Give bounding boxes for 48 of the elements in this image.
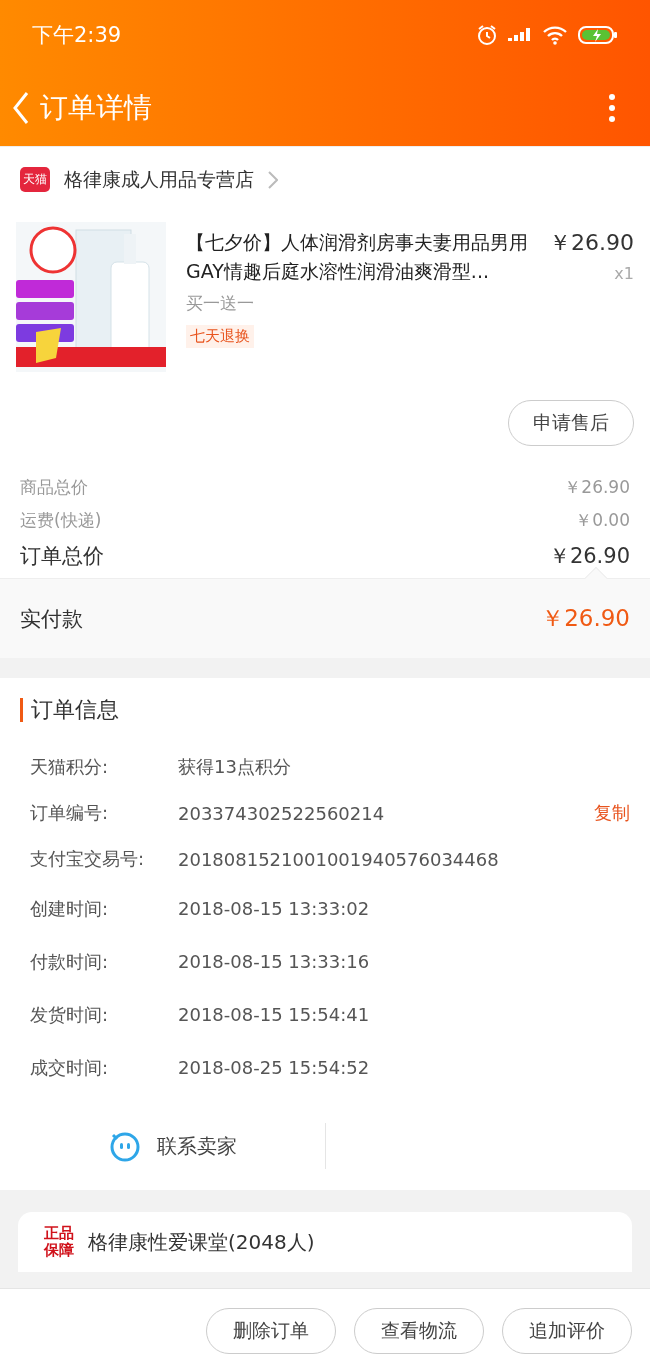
signal-icon [508, 26, 532, 44]
store-badge: 天猫 [20, 167, 50, 192]
info-value: 获得13点积分 [178, 755, 292, 779]
store-name[interactable]: 格律康成人用品专营店 [64, 166, 254, 193]
chevron-right-icon [268, 170, 278, 189]
more-icon [608, 93, 616, 123]
order-action-button[interactable]: 删除订单 [206, 1307, 336, 1354]
wifi-icon [542, 25, 568, 45]
info-label: 成交时间: [30, 1055, 110, 1080]
info-value: 2018-08-15 13:33:02 [178, 898, 371, 919]
price-value: ￥0.00 [575, 509, 630, 532]
alarm-icon [476, 24, 498, 46]
paid-label: 实付款 [20, 605, 83, 633]
product-variant: 买一送一 [186, 292, 254, 315]
info-value: 2018-08-25 15:54:52 [178, 1057, 371, 1078]
paid-amount: ￥26.90 [541, 604, 630, 633]
info-label: 天猫积分: [30, 755, 110, 779]
battery-icon [578, 25, 618, 45]
info-label: 订单编号: [30, 801, 110, 825]
price-label: 商品总价 [20, 476, 88, 499]
info-value: 2018-08-15 13:33:16 [178, 951, 371, 972]
authentic-label: 正品保障 [44, 1225, 75, 1259]
return-policy-tag: 七天退换 [186, 325, 254, 348]
chat-face-icon [108, 1130, 141, 1162]
order-action-button[interactable]: 查看物流 [354, 1307, 484, 1354]
info-value: 203374302522560214 [178, 802, 386, 824]
info-label: 发货时间: [30, 1002, 110, 1027]
contact-seller-button[interactable]: 联系卖家 [20, 1130, 325, 1162]
price-label: 运费(快递) [20, 509, 102, 532]
info-label: 付款时间: [30, 949, 110, 974]
section-title: 订单信息 [20, 698, 630, 722]
price-label: 订单总价 [20, 543, 104, 570]
copy-link[interactable]: 复制 [594, 801, 630, 825]
info-label: 创建时间: [30, 896, 110, 921]
back-icon [12, 91, 30, 125]
group-name[interactable]: 格律康性爱课堂(2048人) [88, 1228, 315, 1256]
price-value: ￥26.90 [564, 476, 630, 499]
product-price: ￥26.90 [549, 229, 634, 257]
status-time: 下午2:39 [32, 22, 122, 49]
product-title[interactable]: 【七夕价】人体润滑剂房事夫妻用品男用GAY情趣后庭水溶性润滑油爽滑型... [186, 228, 539, 286]
info-value: 2018-08-15 15:54:41 [178, 1004, 371, 1025]
product-quantity: x1 [613, 264, 634, 283]
after-sale-button[interactable]: 申请售后 [508, 400, 634, 446]
price-value: ￥26.90 [548, 543, 630, 570]
info-value: 2018081521001001940576034468 [178, 848, 500, 870]
info-label: 支付宝交易号: [30, 847, 146, 871]
order-action-button[interactable]: 追加评价 [502, 1307, 632, 1354]
page-title: 订单详情 [40, 90, 153, 126]
